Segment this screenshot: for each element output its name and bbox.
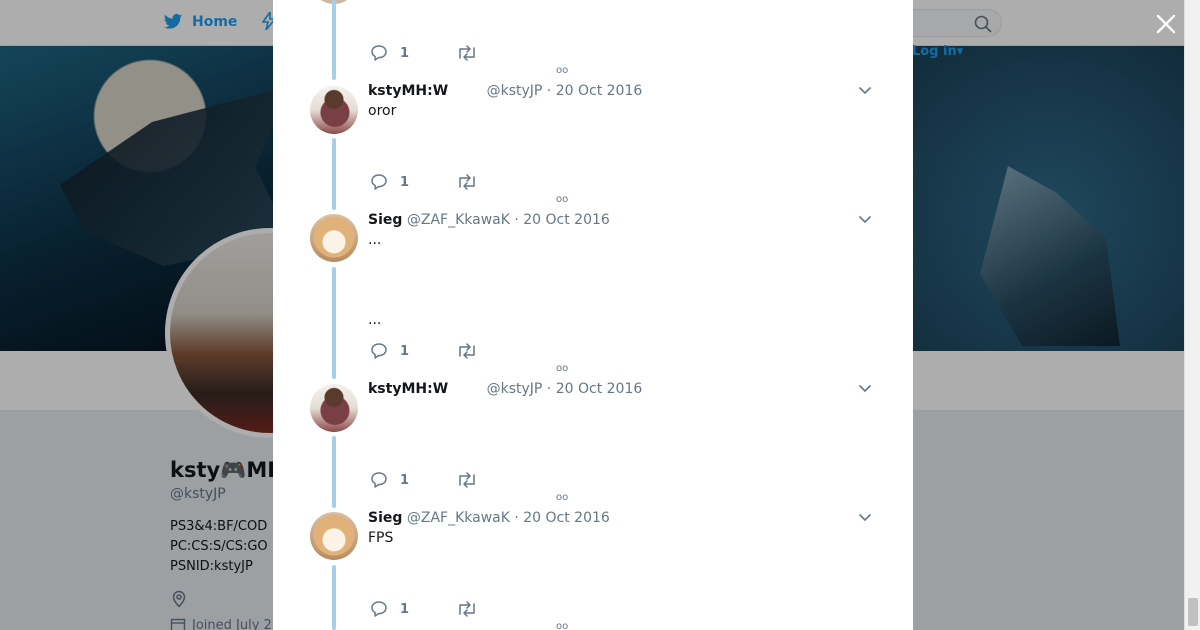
reply-count: 1 (400, 343, 410, 359)
reply-button[interactable]: 1 (370, 342, 456, 360)
ksty-avatar[interactable] (310, 384, 358, 432)
reply-count: 1 (400, 174, 410, 190)
tweet-display-name[interactable]: Sieg (368, 212, 402, 228)
tweet-text: ... (368, 232, 382, 248)
more-replies-indicator[interactable]: oo (556, 622, 568, 630)
tweet-actions: 1 (370, 342, 478, 360)
retweet-icon[interactable] (456, 601, 478, 617)
reply-icon (371, 343, 387, 359)
tweet-display-name[interactable]: kstyMH:W (368, 83, 448, 99)
tweet-meta[interactable]: @kstyJP · 20 Oct 2016 (487, 381, 643, 397)
retweet-icon[interactable] (456, 174, 478, 190)
more-replies-indicator[interactable]: oo (556, 195, 568, 205)
tweet-header: kstyMH:W @kstyJP · 20 Oct 2016 (368, 83, 642, 99)
tweet-text: oror (368, 103, 397, 119)
tweet-display-name[interactable]: kstyMH:W (368, 381, 448, 397)
reply-button[interactable]: 1 (370, 44, 456, 62)
tweet-text: FPS (368, 530, 394, 546)
ksty-avatar[interactable] (310, 86, 358, 134)
tweet-actions: 1 (370, 471, 478, 489)
thread-connector (332, 267, 336, 379)
tweet-meta[interactable]: @kstyJP · 20 Oct 2016 (487, 83, 643, 99)
reply-button[interactable]: 1 (370, 173, 456, 191)
retweet-icon[interactable] (456, 472, 478, 488)
tweet-header: Sieg @ZAF_KkawaK · 20 Oct 2016 (368, 212, 610, 228)
sieg-avatar[interactable] (310, 214, 358, 262)
reply-count: 1 (400, 472, 410, 488)
tweet-meta[interactable]: @ZAF_KkawaK · 20 Oct 2016 (407, 510, 610, 526)
retweet-icon[interactable] (456, 343, 478, 359)
tweet-actions: 1 (370, 600, 478, 618)
chevron-down-icon[interactable] (858, 383, 872, 393)
reply-icon (371, 601, 387, 617)
more-replies-indicator[interactable]: oo (556, 66, 568, 76)
more-replies-indicator[interactable]: oo (556, 493, 568, 503)
sieg-avatar[interactable] (310, 512, 358, 560)
more-replies-indicator[interactable]: oo (556, 364, 568, 374)
retweet-icon[interactable] (456, 45, 478, 61)
tweet-display-name[interactable]: Sieg (368, 510, 402, 526)
close-icon[interactable] (1154, 12, 1178, 36)
thread-connector (332, 436, 336, 508)
reply-button[interactable]: 1 (370, 471, 456, 489)
tweet-header: kstyMH:W @kstyJP · 20 Oct 2016 (368, 381, 642, 397)
reply-icon (371, 472, 387, 488)
tweet-header: Sieg @ZAF_KkawaK · 20 Oct 2016 (368, 510, 610, 526)
thread-connector (332, 0, 336, 80)
reply-button[interactable]: 1 (370, 600, 456, 618)
reply-count: 1 (400, 601, 410, 617)
reply-icon (371, 174, 387, 190)
conversation-modal: 1 oo kstyMH:W @kstyJP · 20 Oct 2016 oror… (273, 0, 913, 630)
tweet-text: ... (368, 312, 382, 328)
tweet-actions: 1 (370, 44, 478, 62)
page-scrollbar[interactable] (1184, 0, 1200, 630)
tweet-actions: 1 (370, 173, 478, 191)
chevron-down-icon[interactable] (858, 512, 872, 522)
chevron-down-icon[interactable] (858, 85, 872, 95)
scrollbar-thumb[interactable] (1188, 598, 1198, 626)
reply-count: 1 (400, 45, 410, 61)
thread-connector (332, 138, 336, 210)
thread-connector (332, 565, 336, 630)
chevron-down-icon[interactable] (858, 214, 872, 224)
tweet-meta[interactable]: @ZAF_KkawaK · 20 Oct 2016 (407, 212, 610, 228)
reply-icon (371, 45, 387, 61)
